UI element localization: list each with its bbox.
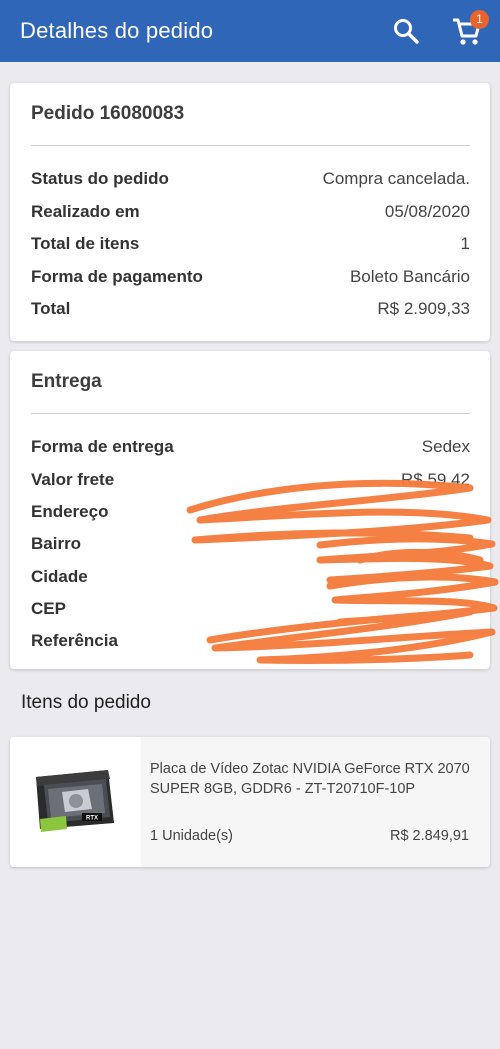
divider bbox=[31, 145, 470, 146]
search-button[interactable] bbox=[388, 13, 428, 53]
order-status-label: Status do pedido bbox=[31, 169, 169, 188]
page-title: Detalhes do pedido bbox=[20, 18, 214, 43]
order-status-row: Status do pedido Compra cancelada. bbox=[31, 167, 470, 191]
order-items-row: Total de itens 1 bbox=[31, 232, 470, 256]
delivery-method-label: Forma de entrega bbox=[31, 437, 174, 456]
product-thumbnail: RTX bbox=[10, 737, 141, 867]
order-item-card[interactable]: RTX Placa de Vídeo Zotac NVIDIA GeForce … bbox=[10, 737, 490, 867]
order-date-label: Realizado em bbox=[31, 202, 140, 221]
order-items-label: Total de itens bbox=[31, 234, 140, 253]
order-title: Pedido 16080083 bbox=[31, 103, 185, 124]
order-payment-label: Forma de pagamento bbox=[31, 267, 203, 286]
district-label: Bairro bbox=[31, 534, 82, 553]
zipcode-row: CEP bbox=[31, 597, 470, 621]
graphics-card-image: RTX bbox=[36, 770, 114, 832]
address-label: Endereço bbox=[31, 502, 109, 521]
order-items-value: 1 bbox=[460, 234, 470, 253]
shipping-cost-label: Valor frete bbox=[31, 470, 115, 489]
shipping-cost-row: Valor frete R$ 59,42 bbox=[31, 468, 470, 492]
reference-label: Referência bbox=[31, 631, 118, 650]
order-total-value: R$ 2.909,33 bbox=[377, 299, 470, 318]
delivery-method-value: Sedex bbox=[421, 437, 470, 456]
order-status-value: Compra cancelada. bbox=[322, 169, 470, 188]
divider bbox=[31, 413, 470, 414]
order-summary-card: Pedido 16080083 Status do pedido Compra … bbox=[10, 83, 490, 341]
reference-row: Referência bbox=[31, 629, 470, 653]
delivery-method-row: Forma de entrega Sedex bbox=[31, 435, 470, 459]
shipping-cost-value: R$ 59,42 bbox=[401, 470, 470, 489]
product-name[interactable]: Placa de Vídeo Zotac NVIDIA GeForce RTX … bbox=[150, 759, 470, 799]
delivery-card: Entrega Forma de entrega Sedex Valor fre… bbox=[10, 351, 490, 669]
city-label: Cidade bbox=[31, 567, 88, 586]
order-date-value: 05/08/2020 bbox=[384, 202, 470, 221]
delivery-title: Entrega bbox=[31, 371, 102, 392]
district-row: Bairro bbox=[31, 532, 470, 556]
product-price: R$ 2.849,91 bbox=[389, 828, 469, 844]
order-total-row: Total R$ 2.909,33 bbox=[31, 297, 470, 321]
items-section-title: Itens do pedido bbox=[21, 692, 151, 713]
cart-button[interactable]: 1 bbox=[448, 10, 489, 53]
city-row: Cidade bbox=[31, 565, 470, 589]
search-icon bbox=[394, 19, 419, 44]
zipcode-label: CEP bbox=[31, 599, 66, 618]
address-row: Endereço bbox=[31, 500, 470, 524]
order-payment-value: Boleto Bancário bbox=[349, 267, 470, 286]
box-rtx-text: RTX bbox=[86, 816, 98, 822]
order-date-row: Realizado em 05/08/2020 bbox=[31, 200, 470, 224]
order-payment-row: Forma de pagamento Boleto Bancário bbox=[31, 265, 470, 289]
cart-count-badge: 1 bbox=[470, 10, 489, 29]
order-total-label: Total bbox=[31, 299, 71, 318]
item-details: Placa de Vídeo Zotac NVIDIA GeForce RTX … bbox=[141, 737, 490, 867]
product-quantity: 1 Unidade(s) bbox=[150, 828, 234, 844]
